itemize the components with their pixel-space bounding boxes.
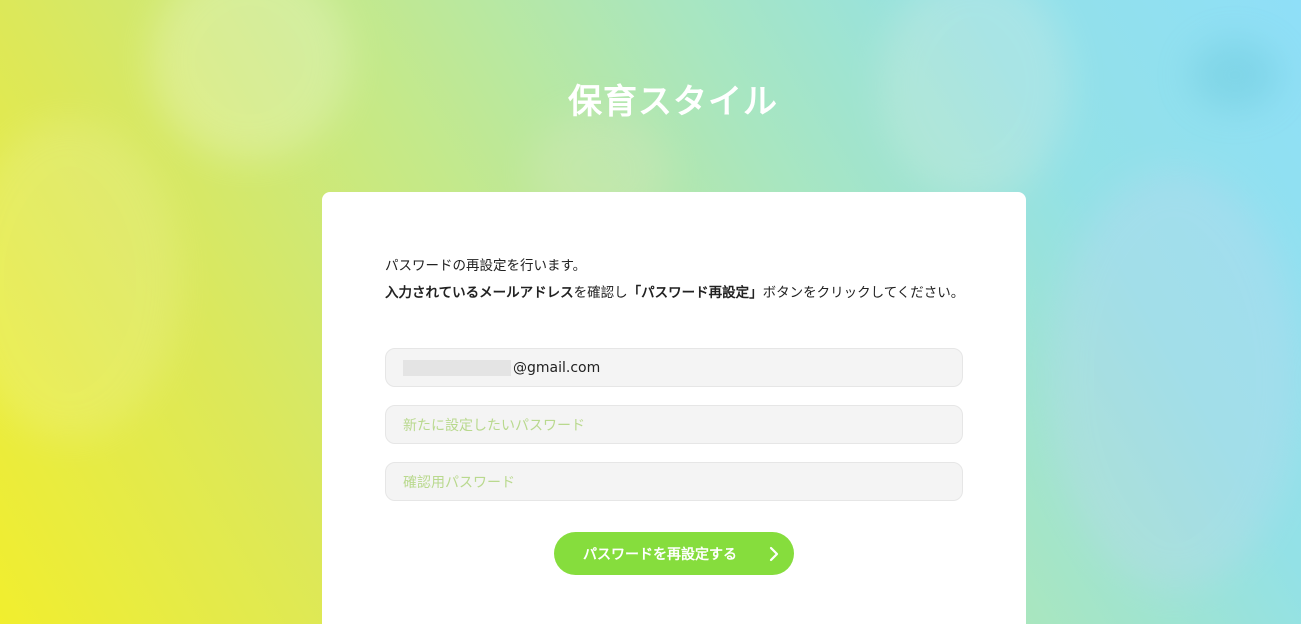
instructions-text: を確認し [573,284,628,301]
instructions-line1: パスワードの再設定を行います。 [385,258,587,274]
instructions-bold-email: 入力されているメールアドレス [385,284,574,301]
instructions-bold-button: 「パスワード再設定」 [627,284,763,301]
redacted-email-prefix [403,359,511,376]
new-password-field[interactable]: 新たに設定したいパスワード [385,405,963,444]
chevron-right-icon [769,546,779,562]
reset-password-button-label: パスワードを再設定する [583,546,737,563]
background-photo-shape [1050,170,1300,590]
confirm-password-field[interactable]: 確認用パスワード [385,462,963,501]
background-photo-shape [0,120,180,440]
email-field[interactable]: @gmail.com [385,348,963,387]
instructions: パスワードの再設定を行います。 入力されているメールアドレスを確認し「パスワード… [385,253,965,306]
reset-password-button[interactable]: パスワードを再設定する [554,532,794,575]
instructions-text: ボタンをクリックしてください。 [762,284,965,301]
site-title: 保育スタイル [568,82,778,122]
email-value: @gmail.com [513,359,601,376]
new-password-placeholder: 新たに設定したいパスワード [403,417,585,434]
confirm-password-placeholder: 確認用パスワード [403,474,515,491]
page-background: 保育スタイル パスワードの再設定を行います。 入力されているメールアドレスを確認… [0,0,1301,624]
password-reset-card: パスワードの再設定を行います。 入力されているメールアドレスを確認し「パスワード… [322,192,1026,624]
